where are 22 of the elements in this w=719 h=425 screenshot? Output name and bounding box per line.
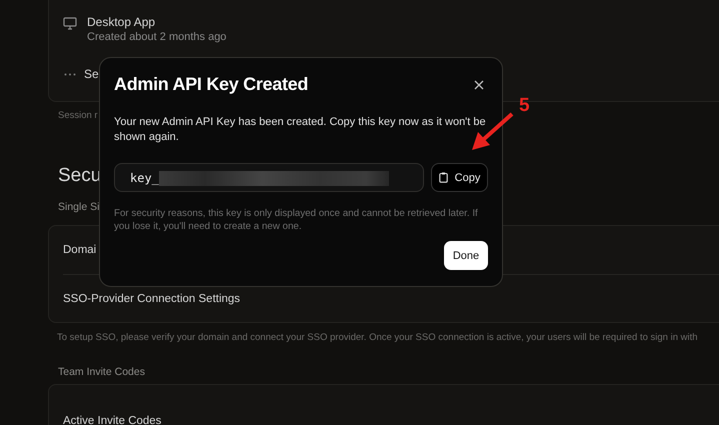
section-label: Single Si [58,201,100,213]
dialog-title: Admin API Key Created [114,74,308,95]
annotation-number: 5 [519,96,530,115]
section-label: Team Invite Codes [58,366,145,378]
copy-button[interactable]: Copy [431,163,488,192]
session-name: Desktop App [87,15,156,29]
settings-item[interactable]: Domai [63,244,96,256]
done-button[interactable]: Done [444,241,488,270]
close-button[interactable] [472,78,486,92]
session-detail: Created about 2 months ago [87,31,226,43]
settings-item[interactable]: Active Invite Codes [63,415,162,425]
monitor-icon [63,17,77,30]
warning-text: For security reasons, this key is only displayed once and cannot be retrieved later. If you lose it, you'll need to create a new one. [114,207,479,233]
api-key-field[interactable]: key_ [114,163,424,192]
annotation-arrow [470,112,514,152]
settings-item[interactable]: SSO-Provider Connection Settings [63,293,240,305]
see-more-link[interactable]: Se [84,67,99,81]
more-icon [64,72,76,76]
clipboard-icon [438,172,448,183]
sso-note: To setup SSO, please verify your domain and connect your SSO provider. Once your SSO connection is active, your users will be required to sign in with [57,332,698,343]
session-note: Session r [58,110,98,121]
dialog-message: Your new Admin API Key has been created. Copy this key now as it won't be shown again. [114,115,487,145]
